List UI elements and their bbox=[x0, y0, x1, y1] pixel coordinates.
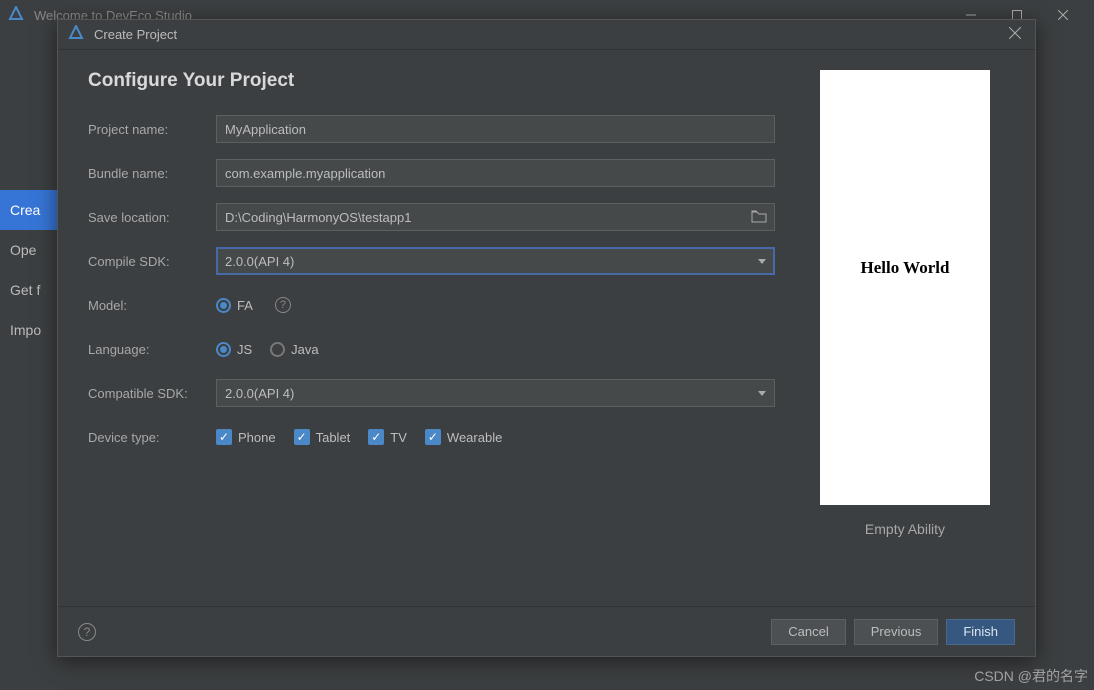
model-radio-fa[interactable]: FA bbox=[216, 298, 253, 313]
dialog-logo-icon bbox=[68, 25, 84, 44]
compatible-sdk-select[interactable]: 2.0.0(API 4) bbox=[216, 379, 775, 407]
create-project-dialog: Create Project Configure Your Project Pr… bbox=[57, 19, 1036, 657]
preview-pane: Hello World bbox=[820, 70, 990, 505]
label-bundle-name: Bundle name: bbox=[88, 166, 216, 181]
dropdown-icon bbox=[758, 391, 766, 396]
compile-sdk-value: 2.0.0(API 4) bbox=[225, 254, 294, 269]
sidebar-item-import[interactable]: Impo bbox=[0, 310, 60, 350]
preview-template-label: Empty Ability bbox=[865, 521, 945, 537]
dialog-close-icon[interactable] bbox=[1005, 23, 1025, 46]
compatible-sdk-value: 2.0.0(API 4) bbox=[225, 386, 294, 401]
device-check-wearable[interactable]: ✓ Wearable bbox=[425, 429, 502, 445]
dialog-title-text: Create Project bbox=[94, 27, 177, 42]
radio-on-icon bbox=[216, 298, 231, 313]
radio-off-icon bbox=[270, 342, 285, 357]
sidebar-item-open[interactable]: Ope bbox=[0, 230, 60, 270]
dialog-titlebar: Create Project bbox=[58, 20, 1035, 50]
cancel-button[interactable]: Cancel bbox=[771, 619, 845, 645]
checkbox-checked-icon: ✓ bbox=[368, 429, 384, 445]
welcome-sidebar: Crea Ope Get f Impo bbox=[0, 190, 60, 350]
device-check-tablet[interactable]: ✓ Tablet bbox=[294, 429, 351, 445]
label-compile-sdk: Compile SDK: bbox=[88, 254, 216, 269]
bundle-name-input[interactable] bbox=[216, 159, 775, 187]
preview-text: Hello World bbox=[861, 258, 950, 278]
project-name-input[interactable] bbox=[216, 115, 775, 143]
model-fa-label: FA bbox=[237, 298, 253, 313]
radio-on-icon bbox=[216, 342, 231, 357]
sidebar-item-create[interactable]: Crea bbox=[0, 190, 60, 230]
app-logo-icon bbox=[8, 6, 24, 25]
dialog-heading: Configure Your Project bbox=[88, 70, 775, 92]
sidebar-item-get[interactable]: Get f bbox=[0, 270, 60, 310]
browse-folder-icon[interactable] bbox=[751, 209, 767, 228]
language-radio-java[interactable]: Java bbox=[270, 342, 318, 357]
checkbox-checked-icon: ✓ bbox=[294, 429, 310, 445]
label-model: Model: bbox=[88, 298, 216, 313]
dialog-footer: ? Cancel Previous Finish bbox=[58, 606, 1035, 656]
finish-button[interactable]: Finish bbox=[946, 619, 1015, 645]
language-radio-js[interactable]: JS bbox=[216, 342, 252, 357]
label-language: Language: bbox=[88, 342, 216, 357]
label-save-location: Save location: bbox=[88, 210, 216, 225]
label-project-name: Project name: bbox=[88, 122, 216, 137]
device-check-tv[interactable]: ✓ TV bbox=[368, 429, 407, 445]
language-java-label: Java bbox=[291, 342, 318, 357]
close-button[interactable] bbox=[1040, 0, 1086, 30]
label-compatible-sdk: Compatible SDK: bbox=[88, 386, 216, 401]
compile-sdk-select[interactable]: 2.0.0(API 4) bbox=[216, 247, 775, 275]
previous-button[interactable]: Previous bbox=[854, 619, 939, 645]
checkbox-checked-icon: ✓ bbox=[425, 429, 441, 445]
device-check-phone[interactable]: ✓ Phone bbox=[216, 429, 276, 445]
preview-column: Hello World Empty Ability bbox=[805, 70, 1005, 596]
save-location-input[interactable] bbox=[216, 203, 775, 231]
language-js-label: JS bbox=[237, 342, 252, 357]
label-device-type: Device type: bbox=[88, 430, 216, 445]
dropdown-icon bbox=[758, 259, 766, 264]
model-help-icon[interactable]: ? bbox=[275, 297, 291, 313]
footer-help-icon[interactable]: ? bbox=[78, 623, 96, 641]
watermark-text: CSDN @君的名字 bbox=[974, 666, 1088, 686]
checkbox-checked-icon: ✓ bbox=[216, 429, 232, 445]
